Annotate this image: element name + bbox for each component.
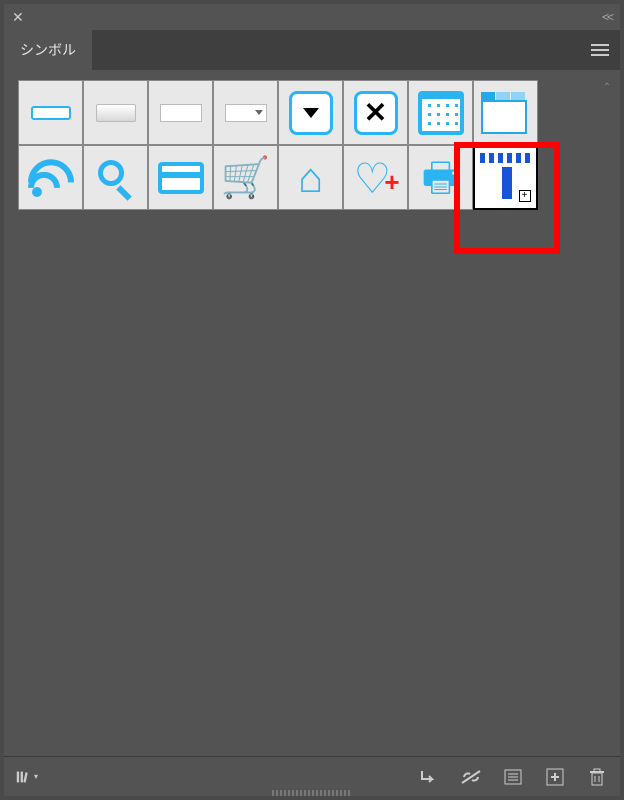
symbol-favorite-add[interactable]: ♡+ — [343, 145, 408, 210]
scroll-up-icon: ⌃ — [600, 80, 614, 94]
printer-icon: 🖶 — [422, 158, 460, 198]
new-symbol-button[interactable] — [544, 766, 566, 788]
symbol-libraries-button[interactable]: ▾ — [16, 766, 38, 788]
symbols-panel: ✕ << シンボル ✕ — [4, 4, 620, 796]
dropdown-icon — [289, 91, 333, 135]
break-link-button[interactable] — [460, 766, 482, 788]
movie-clip-icon: + — [480, 153, 532, 203]
calendar-icon — [418, 91, 464, 135]
scrollbar[interactable]: ⌃ — [600, 80, 614, 756]
magnifier-icon — [94, 156, 138, 200]
text-field-icon — [160, 104, 202, 122]
tab-symbols[interactable]: シンボル — [4, 30, 92, 70]
collapse-panel-button[interactable]: << — [602, 10, 612, 24]
symbol-rss[interactable] — [18, 145, 83, 210]
resize-grip[interactable] — [272, 790, 352, 796]
symbol-dropdown-button[interactable] — [278, 80, 343, 145]
symbol-printer[interactable]: 🖶 — [408, 145, 473, 210]
close-panel-button[interactable]: ✕ — [12, 9, 24, 26]
symbol-home[interactable]: ⌂ — [278, 145, 343, 210]
symbol-search[interactable] — [83, 145, 148, 210]
home-icon: ⌂ — [298, 157, 323, 199]
symbol-movie-clip[interactable]: + — [473, 145, 538, 210]
symbol-text-field[interactable] — [148, 80, 213, 145]
panel-titlebar: ✕ << — [4, 4, 620, 30]
button-small-icon — [31, 106, 71, 120]
symbol-combo-box[interactable] — [213, 80, 278, 145]
panel-menu-button[interactable] — [580, 30, 620, 70]
heart-plus-icon: ♡+ — [354, 158, 398, 198]
symbol-grid-area: ✕ 🛒 ⌂ ♡+ 🖶 + ⌃ — [4, 70, 620, 756]
symbol-tabbed-panel[interactable] — [473, 80, 538, 145]
button-gradient-icon — [96, 104, 136, 122]
options-list-icon — [504, 769, 522, 785]
symbol-options-button[interactable] — [502, 766, 524, 788]
symbol-grid: ✕ 🛒 ⌂ ♡+ 🖶 + — [18, 80, 596, 210]
symbol-close-button[interactable]: ✕ — [343, 80, 408, 145]
trash-icon — [589, 768, 605, 786]
rss-icon — [28, 155, 74, 201]
delete-symbol-button[interactable] — [586, 766, 608, 788]
credit-card-icon — [158, 162, 204, 194]
symbol-button-gradient[interactable] — [83, 80, 148, 145]
library-icon — [16, 768, 33, 786]
plus-box-icon — [546, 768, 564, 786]
place-symbol-button[interactable] — [418, 766, 440, 788]
combo-box-icon — [225, 104, 267, 122]
symbol-shopping-cart[interactable]: 🛒 — [213, 145, 278, 210]
hamburger-icon — [591, 44, 609, 56]
symbol-button-small[interactable] — [18, 80, 83, 145]
tab-bar: シンボル — [4, 30, 620, 70]
symbol-calendar[interactable] — [408, 80, 473, 145]
close-x-icon: ✕ — [354, 91, 398, 135]
tabbed-panel-icon — [481, 92, 531, 134]
tab-label: シンボル — [20, 40, 76, 60]
symbol-credit-card[interactable] — [148, 145, 213, 210]
cart-icon: 🛒 — [221, 158, 271, 198]
place-arrow-icon — [419, 769, 439, 785]
broken-link-icon — [460, 769, 482, 785]
